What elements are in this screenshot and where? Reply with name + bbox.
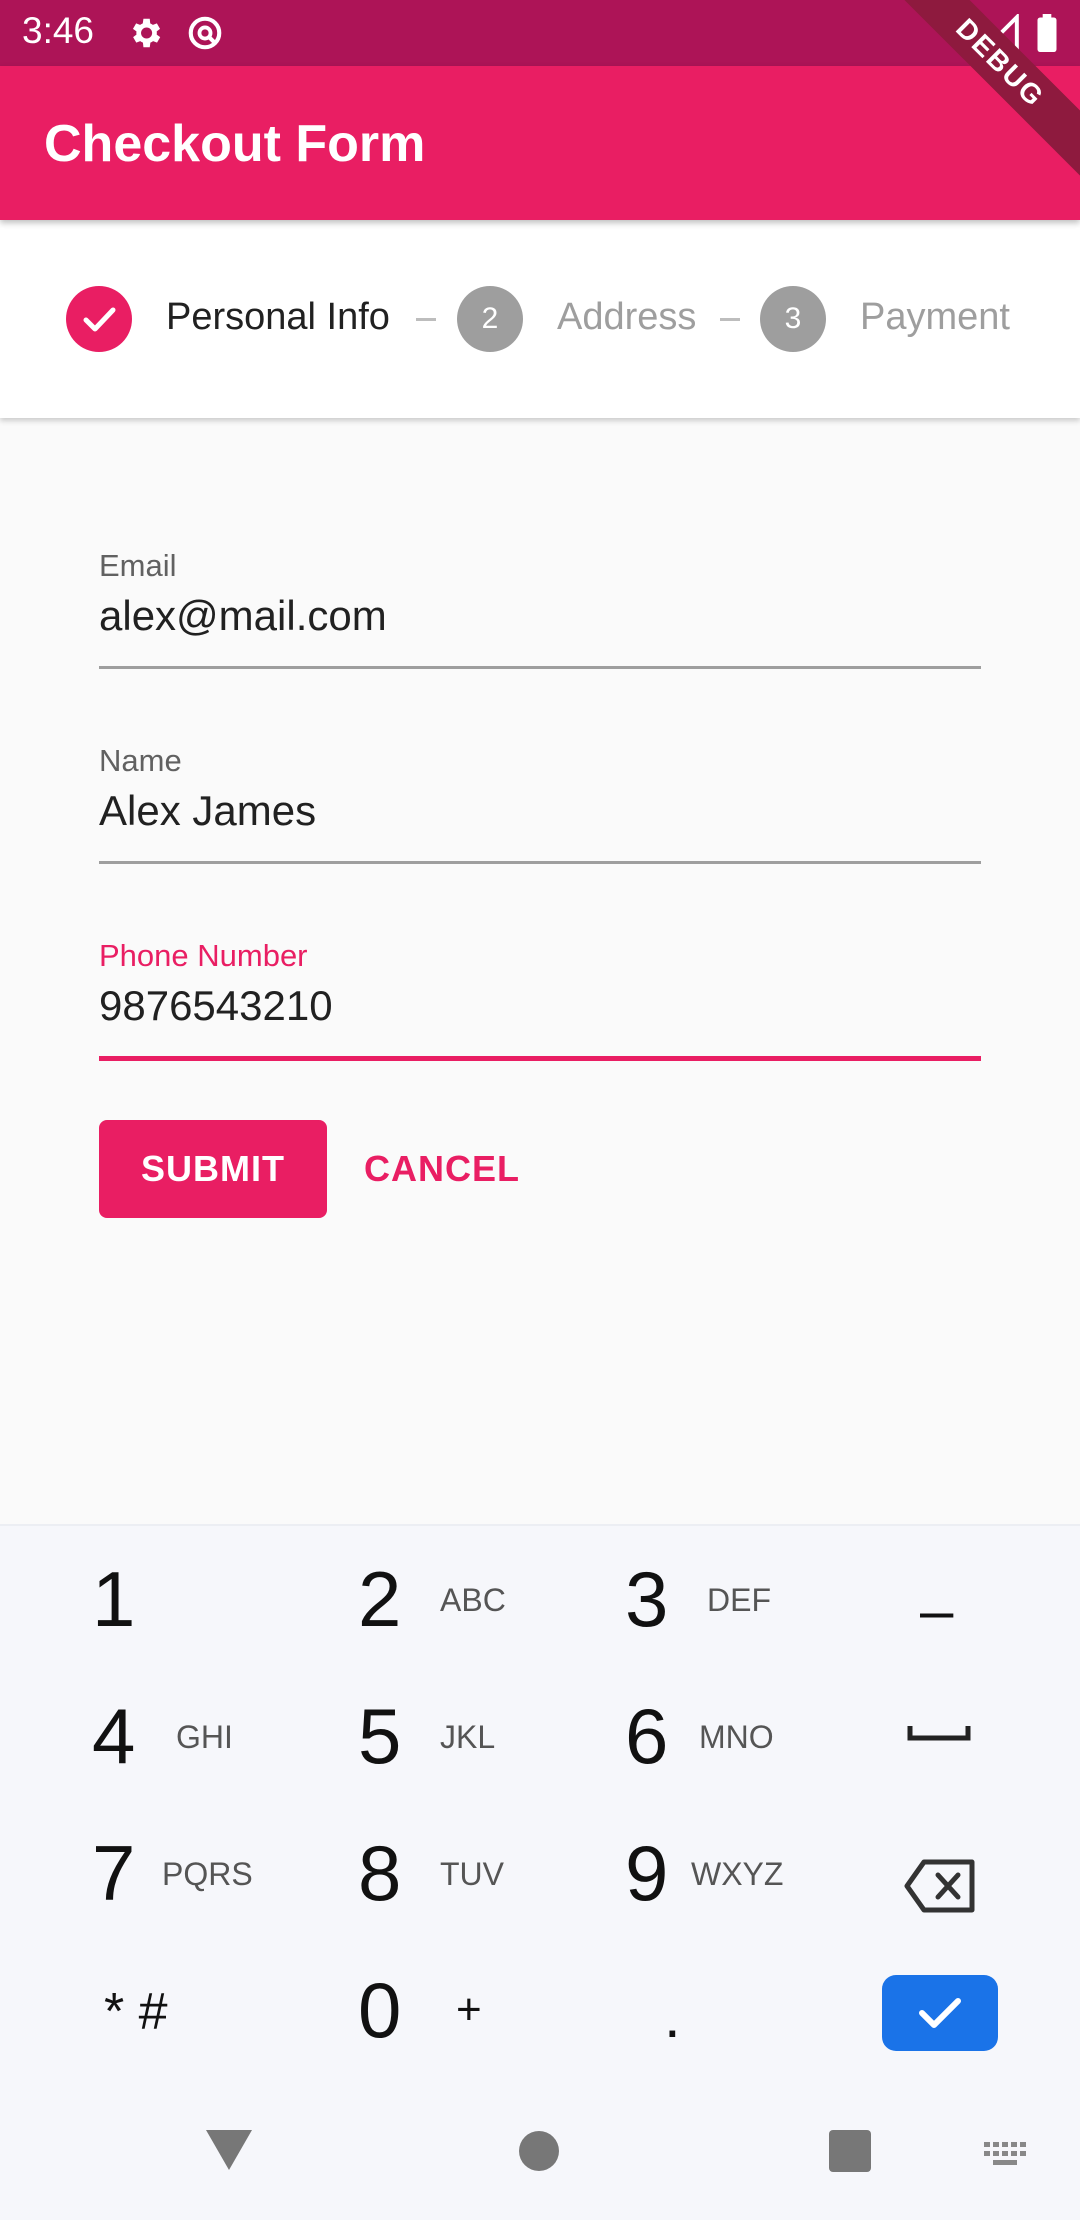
key-digit: 3 bbox=[625, 1555, 669, 1643]
email-field[interactable]: Email alex@mail.com bbox=[99, 548, 981, 698]
step-3-circle[interactable]: 3 bbox=[760, 286, 826, 352]
key-0[interactable]: 0 + bbox=[358, 1937, 558, 2067]
key-letters: PQRS bbox=[162, 1856, 253, 1892]
name-field[interactable]: Name Alex James bbox=[99, 743, 981, 893]
keyboard-switch-icon[interactable] bbox=[984, 2142, 1028, 2175]
space-key-icon[interactable] bbox=[906, 1722, 972, 1749]
page-title: Checkout Form bbox=[44, 115, 426, 173]
email-underline bbox=[99, 666, 981, 669]
submit-button[interactable]: SUBMIT bbox=[99, 1120, 327, 1218]
battery-icon bbox=[1036, 14, 1058, 57]
numeric-keyboard: 1 2 ABC 3 DEF – 4 GHI 5 JKL 6 MNO 7 PQRS… bbox=[0, 1524, 1080, 2090]
key-digit: 0 bbox=[358, 1966, 402, 2054]
key-9[interactable]: 9 WXYZ bbox=[625, 1800, 825, 1930]
name-label: Name bbox=[99, 743, 182, 778]
key-3[interactable]: 3 DEF bbox=[625, 1526, 825, 1656]
form-area: Email alex@mail.com Name Alex James Phon… bbox=[0, 418, 1080, 1524]
key-letters: JKL bbox=[440, 1719, 496, 1755]
period-key[interactable]: . bbox=[664, 1982, 681, 2051]
key-digit: 2 bbox=[358, 1555, 402, 1643]
app-bar: Checkout Form bbox=[0, 66, 1080, 220]
step-3-label[interactable]: Payment bbox=[860, 296, 1010, 339]
done-key[interactable] bbox=[882, 1975, 998, 2051]
key-letters: ABC bbox=[440, 1582, 506, 1618]
key-digit: 1 bbox=[92, 1555, 136, 1643]
step-1-check-icon[interactable] bbox=[66, 286, 132, 352]
status-time: 3:46 bbox=[22, 10, 95, 51]
key-6[interactable]: 6 MNO bbox=[625, 1663, 825, 1793]
data-saver-icon bbox=[186, 14, 224, 57]
key-letters: + bbox=[456, 1985, 482, 2034]
name-underline bbox=[99, 861, 981, 864]
cancel-button[interactable]: CANCEL bbox=[352, 1120, 532, 1218]
email-label: Email bbox=[99, 548, 177, 583]
key-digit: 4 bbox=[92, 1692, 136, 1780]
minus-key[interactable]: – bbox=[920, 1576, 953, 1645]
key-1[interactable]: 1 bbox=[92, 1526, 292, 1656]
backspace-icon[interactable] bbox=[904, 1858, 976, 1919]
key-8[interactable]: 8 TUV bbox=[358, 1800, 558, 1930]
key-letters: MNO bbox=[699, 1719, 774, 1755]
key-2[interactable]: 2 ABC bbox=[358, 1526, 558, 1656]
key-5[interactable]: 5 JKL bbox=[358, 1663, 558, 1793]
home-icon[interactable] bbox=[518, 2130, 560, 2177]
key-digit: 9 bbox=[625, 1829, 669, 1917]
step-2-label[interactable]: Address bbox=[557, 296, 696, 339]
status-bar: 3:46 DEBUG bbox=[0, 0, 1080, 186]
email-input[interactable]: alex@mail.com bbox=[99, 592, 387, 640]
key-letters: TUV bbox=[440, 1856, 504, 1892]
phone-field[interactable]: Phone Number 9876543210 bbox=[99, 938, 981, 1088]
key-digit: 6 bbox=[625, 1692, 669, 1780]
phone-underline bbox=[99, 1056, 981, 1061]
key-letters: GHI bbox=[176, 1719, 233, 1755]
key-letters: WXYZ bbox=[691, 1856, 784, 1892]
stepper: Personal Info 2 Address 3 Payment bbox=[0, 220, 1080, 418]
key-7[interactable]: 7 PQRS bbox=[92, 1800, 292, 1930]
back-icon[interactable] bbox=[206, 2130, 252, 2175]
key-letters: DEF bbox=[707, 1582, 771, 1618]
system-nav-bar bbox=[0, 2090, 1080, 2220]
key-digit: 5 bbox=[358, 1692, 402, 1780]
step-1-label[interactable]: Personal Info bbox=[166, 296, 390, 339]
star-hash-key[interactable]: * # bbox=[104, 1982, 168, 2042]
step-connector bbox=[720, 318, 740, 321]
recents-icon[interactable] bbox=[829, 2130, 871, 2177]
step-connector bbox=[416, 318, 436, 321]
key-4[interactable]: 4 GHI bbox=[92, 1663, 292, 1793]
phone-label: Phone Number bbox=[99, 938, 308, 973]
phone-input[interactable]: 9876543210 bbox=[99, 982, 333, 1030]
key-digit: 8 bbox=[358, 1829, 402, 1917]
name-input[interactable]: Alex James bbox=[99, 787, 316, 835]
step-2-circle[interactable]: 2 bbox=[457, 286, 523, 352]
check-icon bbox=[919, 1998, 961, 2028]
key-digit: 7 bbox=[92, 1829, 136, 1917]
settings-icon bbox=[126, 14, 164, 57]
